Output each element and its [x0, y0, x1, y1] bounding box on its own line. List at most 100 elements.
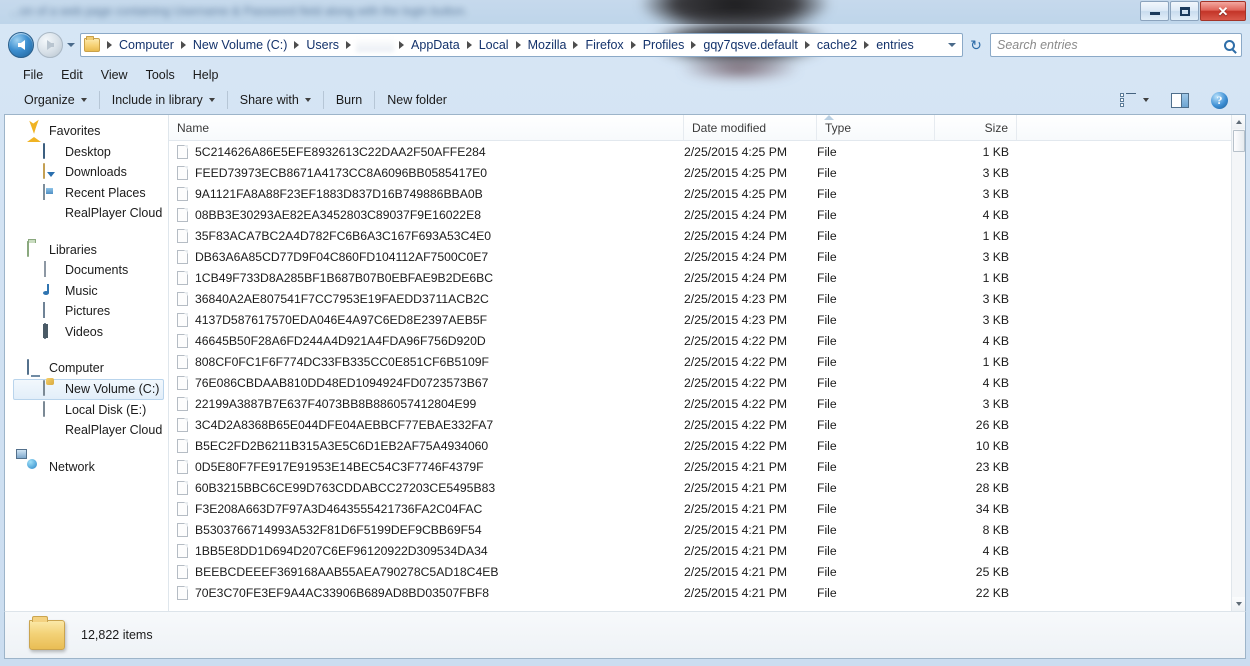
preview-pane-button[interactable] — [1161, 90, 1199, 111]
table-row[interactable]: 46645B50F28A6FD244A4D921A4FDA96F756D920D… — [169, 330, 1231, 351]
cloud-icon — [43, 205, 59, 221]
scrollbar-thumb[interactable] — [1233, 130, 1245, 152]
table-row[interactable]: FEED73973ECB8671A4173CC8A6096BB0585417E0… — [169, 162, 1231, 183]
sidebar-item-documents[interactable]: Documents — [5, 260, 168, 281]
column-header-size[interactable]: Size — [935, 115, 1017, 140]
file-name-label: 3C4D2A8368B65E044DFE04AEBBCF77EBAE332FA7 — [195, 417, 494, 432]
sidebar-item-favorites[interactable]: Favorites — [5, 121, 168, 143]
column-header-type[interactable]: Type — [817, 115, 935, 140]
breadcrumb-item-new-volume-c[interactable]: New Volume (C:) — [191, 38, 289, 52]
breadcrumb-item-mozilla[interactable]: Mozilla — [526, 38, 569, 52]
table-row[interactable]: 70E3C70FE3EF9A4AC33906B689AD8BD03507FBF8… — [169, 582, 1231, 603]
include-in-library-button[interactable]: Include in library — [102, 90, 225, 110]
table-row[interactable]: 60B3215BBC6CE99D763CDDABCC27203CE5495B83… — [169, 477, 1231, 498]
maximize-button[interactable] — [1170, 1, 1199, 21]
menu-item-tools[interactable]: Tools — [137, 66, 184, 84]
breadcrumb-separator-icon — [346, 41, 352, 49]
help-icon: ? — [1211, 91, 1228, 109]
scroll-up-button[interactable] — [1232, 115, 1245, 129]
menu-item-edit[interactable]: Edit — [52, 66, 92, 84]
organize-button[interactable]: Organize — [14, 90, 97, 110]
file-icon — [177, 438, 188, 453]
table-row[interactable]: 1CB49F733D8A285BF1B687B07B0EBFAE9B2DE6BC… — [169, 267, 1231, 288]
cell-type: File — [817, 207, 837, 222]
item-count-label: 12,822 items — [81, 628, 153, 642]
breadcrumb-item-users[interactable]: Users — [304, 38, 341, 52]
column-header-name[interactable]: Name — [169, 115, 684, 140]
sidebar-item-pictures[interactable]: Pictures — [5, 301, 168, 322]
breadcrumb-item-profiles[interactable]: Profiles — [641, 38, 687, 52]
table-row[interactable]: 22199A3887B7E637F4073BB8B886057412804E99… — [169, 393, 1231, 414]
sidebar-item-new-volume-c[interactable]: New Volume (C:) — [13, 378, 164, 400]
back-button[interactable] — [8, 32, 34, 58]
new-folder-button[interactable]: New folder — [377, 90, 457, 110]
history-dropdown-button[interactable] — [63, 32, 79, 58]
table-row[interactable]: 4137D587617570EDA046E4A97C6ED8E2397AEB5F… — [169, 309, 1231, 330]
table-row[interactable]: 9A1121FA8A88F23EF1883D837D16B749886BBA0B… — [169, 183, 1231, 204]
table-row[interactable]: 36840A2AE807541F7CC7953E19FAEDD3711ACB2C… — [169, 288, 1231, 309]
close-icon: ✕ — [1217, 3, 1229, 19]
sidebar-item-downloads[interactable]: Downloads — [5, 162, 168, 183]
table-row[interactable]: 08BB3E30293AE82EA3452803C89037F9E16022E8… — [169, 204, 1231, 225]
change-view-button[interactable] — [1110, 90, 1159, 111]
file-name-label: 1BB5E8DD1D694D207C6EF96120922D309534DA34 — [195, 543, 488, 558]
breadcrumb-item-firefox[interactable]: Firefox — [583, 38, 625, 52]
close-button[interactable]: ✕ — [1200, 1, 1246, 21]
share-with-button[interactable]: Share with — [230, 90, 321, 110]
chevron-down-icon — [1143, 98, 1149, 102]
table-row[interactable]: 5C214626A86E5EFE8932613C22DAA2F50AFFE284… — [169, 141, 1231, 162]
breadcrumb-item-username-redacted[interactable] — [356, 38, 395, 52]
table-row[interactable]: B5303766714993A532F81D6F5199DEF9CBB69F54… — [169, 519, 1231, 540]
scroll-down-button[interactable] — [1232, 597, 1245, 611]
help-button[interactable]: ? — [1201, 89, 1238, 112]
table-row[interactable]: BEEBCDEEEF369168AAB55AEA790278C5AD18C4EB… — [169, 561, 1231, 582]
breadcrumb-item-computer[interactable]: Computer — [117, 38, 176, 52]
sidebar-item-computer[interactable]: Computer — [5, 358, 168, 379]
cell-size: 4 KB — [982, 375, 1009, 390]
menu-item-file[interactable]: File — [14, 66, 52, 84]
sidebar-item-realplayer-cloud-computer[interactable]: RealPlayer Cloud — [5, 420, 168, 441]
file-name-label: DB63A6A85CD77D9F04C860FD104112AF7500C0E7 — [195, 249, 489, 264]
breadcrumb-item-appdata[interactable]: AppData — [409, 38, 462, 52]
refresh-button[interactable]: ↻ — [964, 33, 988, 57]
sidebar-item-videos[interactable]: Videos — [5, 322, 168, 343]
sidebar-item-realplayer-cloud-fav[interactable]: RealPlayer Cloud — [5, 203, 168, 224]
table-row[interactable]: DB63A6A85CD77D9F04C860FD104112AF7500C0E7… — [169, 246, 1231, 267]
breadcrumb-item-cache2[interactable]: cache2 — [815, 38, 859, 52]
navigation-pane[interactable]: Favorites Desktop Downloads Recent Place… — [5, 115, 169, 611]
forward-button[interactable] — [37, 32, 63, 58]
menu-item-help[interactable]: Help — [184, 66, 228, 84]
breadcrumb-dropdown-icon[interactable] — [948, 43, 956, 47]
vertical-scrollbar[interactable] — [1231, 115, 1245, 611]
burn-button[interactable]: Burn — [326, 90, 372, 110]
sidebar-item-libraries[interactable]: Libraries — [5, 240, 168, 261]
file-name-label: FEED73973ECB8671A4173CC8A6096BB0585417E0 — [195, 165, 488, 180]
breadcrumb-bar[interactable]: Computer New Volume (C:) Users AppData L… — [80, 33, 963, 57]
table-row[interactable]: B5EC2FD2B6211B315A3E5C6D1EB2AF75A4934060… — [169, 435, 1231, 456]
sidebar-item-music[interactable]: Music — [5, 281, 168, 302]
table-row[interactable]: F3E208A663D7F97A3D4643555421736FA2C04FAC… — [169, 498, 1231, 519]
menu-item-view[interactable]: View — [92, 66, 137, 84]
chevron-down-icon — [1236, 602, 1242, 606]
search-input[interactable]: Search entries — [990, 33, 1242, 57]
breadcrumb-item-entries[interactable]: entries — [874, 38, 916, 52]
table-row[interactable]: 808CF0FC1F6F774DC33FB335CC0E851CF6B5109F… — [169, 351, 1231, 372]
sidebar-item-network[interactable]: Network — [5, 457, 168, 478]
breadcrumb-item-local[interactable]: Local — [477, 38, 511, 52]
breadcrumb-item-profile-folder[interactable]: gqy7qsve.default — [701, 38, 800, 52]
file-icon — [177, 249, 188, 264]
table-row[interactable]: 0D5E80F7FE917E91953E14BEC54C3F7746F4379F… — [169, 456, 1231, 477]
sidebar-item-desktop[interactable]: Desktop — [5, 142, 168, 163]
cell-type: File — [817, 501, 837, 516]
recent-places-icon — [43, 183, 59, 201]
table-row[interactable]: 3C4D2A8368B65E044DFE04AEBBCF77EBAE332FA7… — [169, 414, 1231, 435]
minimize-button[interactable] — [1140, 1, 1169, 21]
video-icon — [43, 322, 59, 340]
sidebar-item-recent-places[interactable]: Recent Places — [5, 183, 168, 204]
table-row[interactable]: 35F83ACA7BC2A4D782FC6B6A3C167F693A53C4E0… — [169, 225, 1231, 246]
table-row[interactable]: 1BB5E8DD1D694D207C6EF96120922D309534DA34… — [169, 540, 1231, 561]
table-row[interactable]: 76E086CBDAAB810DD48ED1094924FD0723573B67… — [169, 372, 1231, 393]
sidebar-item-local-disk-e[interactable]: Local Disk (E:) — [5, 400, 168, 421]
cell-name: 22199A3887B7E637F4073BB8B886057412804E99 — [169, 396, 684, 411]
column-header-date-modified[interactable]: Date modified — [684, 115, 817, 140]
